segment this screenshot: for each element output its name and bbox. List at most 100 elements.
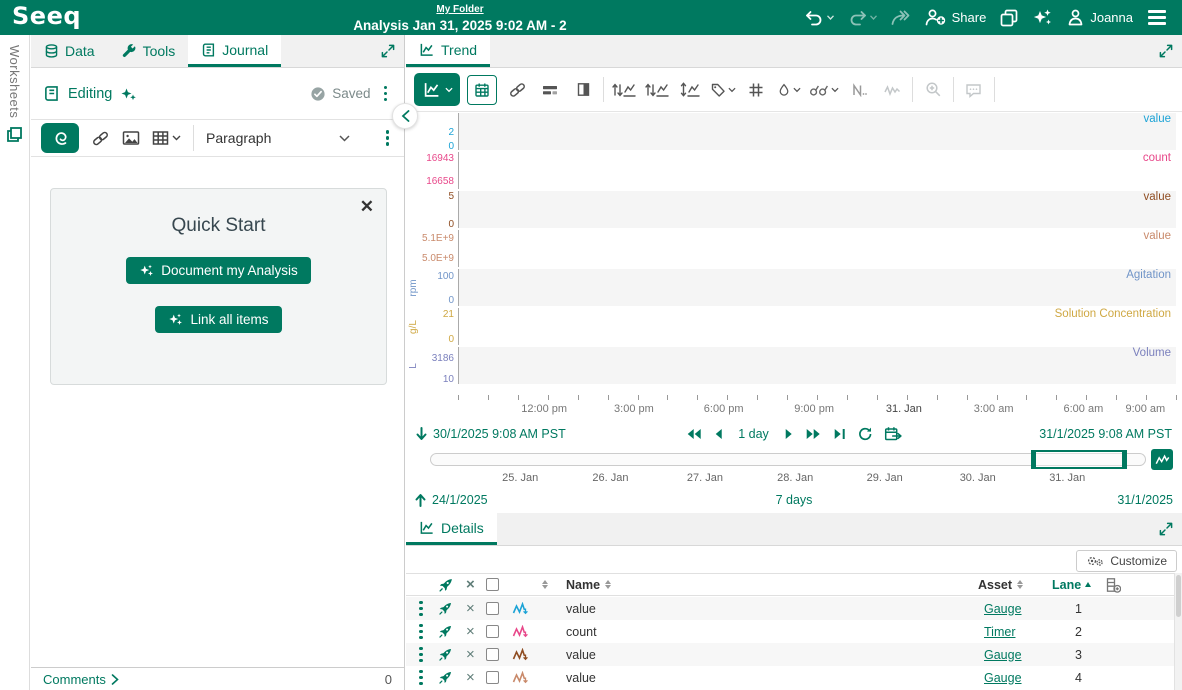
lane-plot[interactable]: Volume	[458, 347, 1176, 384]
trend-lane-4[interactable]: 5.1E+9 5.0E+9 value	[406, 230, 1182, 267]
investigate-duration[interactable]: 7 days	[776, 493, 813, 507]
step-to-end-button[interactable]	[833, 427, 846, 441]
lane-plot[interactable]: count	[458, 152, 1176, 189]
seeq-logo[interactable]: Seeq	[0, 2, 81, 33]
lane-label[interactable]: Solution Concentration	[1055, 308, 1171, 320]
explore-row-icon[interactable]	[438, 670, 464, 685]
row-checkbox[interactable]	[486, 602, 499, 615]
lane-column-header[interactable]: Lane	[1052, 578, 1105, 592]
one-axis-button[interactable]	[644, 75, 670, 105]
sort-asset-control[interactable]	[1017, 579, 1024, 590]
row-checkbox[interactable]	[486, 625, 499, 638]
scrubber-selection[interactable]	[1030, 450, 1128, 469]
sort-name-control[interactable]	[605, 579, 612, 590]
item-name[interactable]: value	[566, 602, 978, 616]
lane-plot[interactable]: Solution Concentration	[458, 308, 1176, 345]
auto-update-button[interactable]	[884, 426, 903, 442]
range-end-group[interactable]: 31/1/2025 9:08 AM PST	[1039, 427, 1172, 441]
lane-plot[interactable]: value	[458, 230, 1176, 267]
tab-trend[interactable]: Trend	[406, 35, 491, 67]
details-scrollbar[interactable]	[1174, 573, 1182, 690]
remove-icon[interactable]: ×	[464, 647, 486, 662]
collapse-panel-button[interactable]	[392, 103, 418, 129]
investigate-end[interactable]: 31/1/2025	[1117, 493, 1173, 507]
trend-lane-1[interactable]: 2 0 value	[406, 113, 1182, 152]
asset-link[interactable]: Timer	[984, 625, 1015, 639]
document-analysis-button[interactable]: Document my Analysis	[126, 257, 311, 284]
asset-column-header[interactable]: Asset	[978, 578, 1052, 592]
explore-row-icon[interactable]	[438, 624, 464, 639]
investigate-start[interactable]: 24/1/2025	[432, 493, 488, 507]
journal-assistant-button[interactable]	[41, 123, 79, 153]
capsule-time-button[interactable]	[537, 75, 563, 105]
table-row[interactable]: × value Gauge 4	[406, 666, 1182, 689]
close-icon[interactable]: ✕	[360, 198, 374, 215]
expand-details-icon[interactable]	[1159, 522, 1173, 536]
explore-row-icon[interactable]	[438, 647, 464, 662]
ai-assistant-button[interactable]	[1032, 8, 1053, 28]
journal-menu-kebab[interactable]	[379, 84, 393, 104]
annotate-button[interactable]	[961, 75, 987, 105]
insert-image-button[interactable]	[122, 130, 140, 146]
samples-display-button[interactable]	[809, 75, 839, 105]
table-row[interactable]: × count Timer 2	[406, 620, 1182, 643]
expand-trend-icon[interactable]	[1159, 44, 1173, 58]
duration-label[interactable]: 1 day	[738, 427, 769, 441]
lane-label[interactable]: value	[1144, 191, 1172, 203]
trend-lane-2[interactable]: 16943 16658 count	[406, 152, 1182, 189]
lane-plot[interactable]: value	[458, 191, 1176, 228]
row-menu-kebab[interactable]	[414, 599, 428, 619]
row-menu-kebab[interactable]	[414, 645, 428, 665]
item-name[interactable]: value	[566, 671, 978, 685]
selection-right-handle[interactable]	[1122, 452, 1126, 467]
tab-journal[interactable]: Journal	[188, 35, 282, 67]
tab-data[interactable]: Data	[31, 35, 108, 67]
step-back-double-button[interactable]	[685, 427, 702, 441]
customize-button[interactable]: Customize	[1076, 550, 1177, 572]
autoscale-button[interactable]	[677, 75, 703, 105]
redo-button[interactable]	[847, 9, 877, 26]
asset-link[interactable]: Gauge	[984, 671, 1022, 685]
refresh-button[interactable]	[857, 426, 873, 442]
lane-plot[interactable]: Agitation	[458, 269, 1176, 306]
expand-panel-icon[interactable]	[381, 44, 395, 58]
table-row[interactable]: × value Gauge 3	[406, 643, 1182, 666]
compare-view-button[interactable]	[570, 75, 596, 105]
explore-row-icon[interactable]	[438, 601, 464, 616]
row-checkbox[interactable]	[486, 671, 499, 684]
select-all-checkbox[interactable]	[486, 578, 499, 591]
display-type-button[interactable]	[414, 73, 460, 106]
tab-details[interactable]: Details	[406, 513, 497, 545]
sort-type-control[interactable]	[542, 579, 548, 590]
dimming-button[interactable]	[776, 75, 802, 105]
selection-left-handle[interactable]	[1032, 452, 1036, 467]
row-menu-kebab[interactable]	[414, 622, 428, 642]
duplicate-worksheet-button[interactable]	[999, 8, 1019, 28]
trend-lane-3[interactable]: 5 0 value	[406, 191, 1182, 230]
insert-table-button[interactable]	[152, 130, 181, 146]
sparkles-icon[interactable]	[120, 86, 137, 102]
lane-plot[interactable]: value	[458, 113, 1176, 150]
lane-label[interactable]: count	[1143, 152, 1171, 164]
trend-lane-5[interactable]: rpm 100 0 Agitation	[406, 269, 1182, 306]
step-forward-button[interactable]	[784, 427, 794, 441]
share-button[interactable]: Share	[924, 8, 986, 27]
trend-lane-7[interactable]: L 3186 10 Volume	[406, 347, 1182, 385]
redo-all-button[interactable]	[890, 9, 911, 26]
undo-button[interactable]	[804, 9, 834, 26]
chart-view-toggle[interactable]	[1151, 449, 1173, 470]
calendar-view-button[interactable]	[467, 74, 497, 105]
paragraph-style-select[interactable]: Paragraph	[206, 130, 356, 146]
format-overflow-kebab[interactable]	[381, 128, 395, 148]
comments-bar[interactable]: Comments 0	[31, 667, 404, 690]
lane-label[interactable]: value	[1144, 230, 1172, 242]
hamburger-menu[interactable]	[1146, 8, 1168, 27]
explore-column-icon[interactable]	[438, 577, 464, 593]
step-back-button[interactable]	[713, 427, 723, 441]
item-name[interactable]: count	[566, 625, 978, 639]
item-name[interactable]: value	[566, 648, 978, 662]
remove-icon[interactable]: ×	[464, 670, 486, 685]
one-lane-button[interactable]	[611, 75, 637, 105]
zoom-in-button[interactable]	[920, 75, 946, 105]
breadcrumb[interactable]: My Folder	[436, 5, 483, 15]
